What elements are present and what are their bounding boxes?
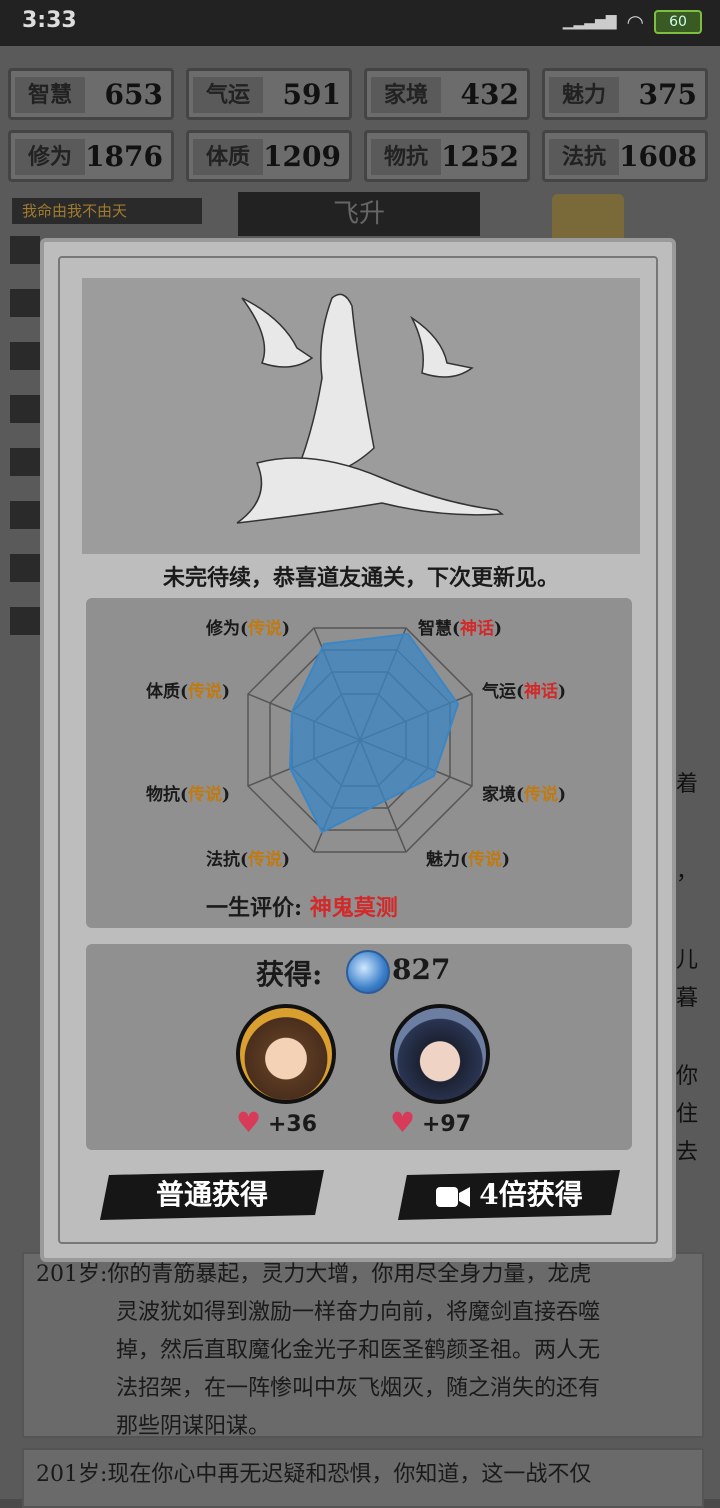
signal-icon: ▁▂▃▅▇ <box>562 14 617 30</box>
radar-label-charm: 魅力(传说) <box>426 850 511 870</box>
video-icon <box>436 1186 471 1207</box>
radar-label-wisdom: 智慧(神话) <box>418 619 503 639</box>
stat-family: 家境 432 <box>364 68 530 120</box>
trait-list-background <box>10 236 40 660</box>
radar-label-family: 家境(传说) <box>482 785 567 805</box>
companion-avatar-1 <box>236 1004 336 1104</box>
stat-constitution: 体质 1209 <box>186 130 352 182</box>
spirit-orb-icon <box>346 950 390 994</box>
stat-physical-resist: 物抗 1252 <box>364 130 530 182</box>
video-claim-button[interactable]: 4倍获得 <box>398 1170 620 1220</box>
battery-icon: 60 <box>654 10 702 34</box>
ascend-tab[interactable]: 飞升 <box>238 192 480 236</box>
radar-label-cultivation: 修为(传说) <box>206 619 291 639</box>
reward-amount: 827 <box>392 953 451 986</box>
stat-cultivation: 修为 1876 <box>8 130 174 182</box>
radar-label-constitution: 体质(传说) <box>146 682 231 702</box>
heart-icon: ♥ <box>390 1106 416 1139</box>
companion-avatar-2 <box>390 1004 490 1104</box>
log-entry-201-a: 201岁:你的青筋暴起，灵力大增，你用尽全身力量，龙虎 灵波犹如得到激励一样奋力… <box>22 1252 704 1439</box>
wifi-icon: ◠ <box>626 10 644 34</box>
status-bar: 3:33 ▁▂▃▅▇ ◠ 60 <box>0 0 720 46</box>
motto-banner: 我命由我不由天 <box>12 198 202 224</box>
attribute-radar-chart <box>247 627 473 853</box>
heart-icon: ♥ <box>236 1106 262 1139</box>
radar-label-physical-resist: 物抗(传说) <box>146 785 231 805</box>
life-evaluation: 一生评价: 神鬼莫测 <box>206 895 398 921</box>
radar-label-luck: 气运(神话) <box>482 682 567 702</box>
ending-message: 未完待续，恭喜道友通关，下次更新见。 <box>162 565 559 591</box>
reward-label: 获得: <box>256 958 323 991</box>
radar-label-magic-resist: 法抗(传说) <box>206 850 291 870</box>
log-right-fragments: 着 ， 儿 暮 你 住 去 <box>676 772 699 1165</box>
companion-affinity-2: +97 <box>422 1112 472 1137</box>
stat-charm: 魅力 375 <box>542 68 708 120</box>
status-time: 3:33 <box>22 8 77 33</box>
stat-wisdom: 智慧 653 <box>8 68 174 120</box>
ascension-illustration <box>82 278 640 554</box>
radar-value-area <box>288 632 460 834</box>
stat-luck: 气运 591 <box>186 68 352 120</box>
normal-claim-button[interactable]: 普通获得 <box>100 1170 324 1220</box>
stat-magic-resist: 法抗 1608 <box>542 130 708 182</box>
companion-affinity-1: +36 <box>268 1112 318 1137</box>
log-entry-201-b: 201岁:现在你心中再无迟疑和恐惧，你知道，这一战不仅 <box>22 1448 704 1508</box>
